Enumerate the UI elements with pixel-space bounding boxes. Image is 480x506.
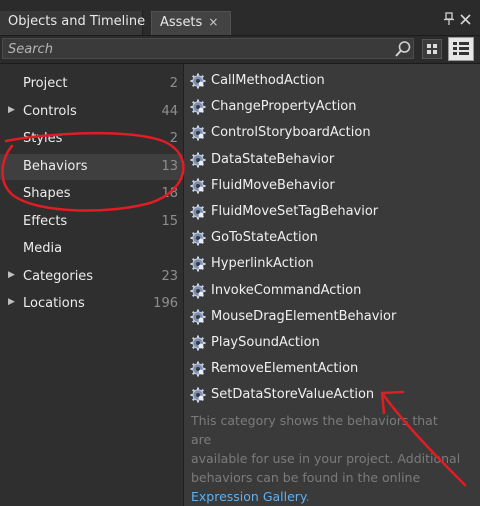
asset-item[interactable]: PlaySoundAction <box>184 330 480 356</box>
asset-item[interactable]: SetDataStoreValueAction <box>184 382 480 408</box>
panel-tab-bar: Objects and Timeline Assets × <box>0 0 480 36</box>
category-label: Effects <box>23 213 68 229</box>
category-item-media[interactable]: Media <box>0 236 183 262</box>
pin-icon[interactable] <box>443 12 455 26</box>
category-label: Shapes <box>23 186 71 201</box>
asset-label: FluidMoveSetTagBehavior <box>211 204 379 219</box>
asset-item[interactable]: FluidMoveSetTagBehavior <box>184 199 480 225</box>
category-count: 2 <box>169 76 178 91</box>
behavior-gear-icon <box>190 387 206 403</box>
category-count: 2 <box>169 131 178 146</box>
tab-assets[interactable]: Assets × <box>151 11 231 35</box>
category-item-locations[interactable]: ▶ Locations 196 <box>0 291 183 317</box>
search-bar <box>0 36 480 64</box>
behavior-gear-icon <box>190 283 206 299</box>
asset-label: GoToStateAction <box>211 230 318 246</box>
behavior-gear-icon <box>190 361 206 377</box>
asset-item[interactable]: GoToStateAction <box>184 225 480 251</box>
category-item-categories[interactable]: ▶ Categories 23 <box>0 264 183 290</box>
category-label: Locations <box>23 296 85 311</box>
asset-label: CallMethodAction <box>211 73 325 88</box>
category-item-shapes[interactable]: Shapes 18 <box>0 181 183 207</box>
tab-objects-and-timeline[interactable]: Objects and Timeline <box>0 11 146 35</box>
tab-label: Objects and Timeline <box>8 14 146 29</box>
tab-label: Assets <box>160 15 203 30</box>
behavior-gear-icon <box>190 256 206 272</box>
asset-item[interactable]: CallMethodAction <box>184 68 480 94</box>
behavior-gear-icon <box>190 309 206 325</box>
description-line: behaviors can be found in the online <box>191 470 421 485</box>
asset-item[interactable]: MouseDragElementBehavior <box>184 304 480 330</box>
behavior-gear-icon <box>190 335 206 351</box>
asset-item[interactable]: FluidMoveBehavior <box>184 173 480 199</box>
expand-arrow-icon[interactable]: ▶ <box>8 297 15 307</box>
expand-arrow-icon[interactable]: ▶ <box>8 270 15 280</box>
behavior-gear-icon <box>190 73 206 89</box>
behavior-gear-icon <box>190 99 206 115</box>
category-item-project[interactable]: Project 2 <box>0 71 183 97</box>
category-count: 196 <box>153 296 178 311</box>
expand-arrow-icon[interactable]: ▶ <box>8 105 15 115</box>
category-item-behaviors[interactable]: Behaviors 13 <box>0 153 183 180</box>
category-item-effects[interactable]: Effects 15 <box>0 209 183 235</box>
category-count: 15 <box>161 213 178 229</box>
asset-label: FluidMoveBehavior <box>211 177 335 193</box>
list-view-button[interactable] <box>448 37 474 61</box>
asset-label: SetDataStoreValueAction <box>211 387 375 403</box>
behavior-gear-icon <box>190 125 206 141</box>
asset-item[interactable]: InvokeCommandAction <box>184 278 480 304</box>
description-line: available for use in your project. Addit… <box>191 451 461 466</box>
category-count: 44 <box>161 103 178 119</box>
close-icon[interactable] <box>459 13 472 26</box>
asset-item[interactable]: DataStateBehavior <box>184 147 480 173</box>
asset-label: HyperlinkAction <box>211 256 314 272</box>
asset-label: ControlStoryboardAction <box>211 125 371 141</box>
category-count: 13 <box>161 158 178 174</box>
category-label: Controls <box>23 103 77 119</box>
behavior-gear-icon <box>190 230 206 246</box>
grid-view-icon <box>427 44 437 54</box>
behavior-gear-icon <box>190 204 206 220</box>
category-label: Project <box>23 76 68 91</box>
description-suffix: . <box>305 489 310 504</box>
search-input[interactable] <box>2 38 414 59</box>
search-icon[interactable] <box>394 40 412 58</box>
category-count: 18 <box>161 186 178 201</box>
asset-item[interactable]: ControlStoryboardAction <box>184 120 480 146</box>
asset-item[interactable]: RemoveElementAction <box>184 356 480 382</box>
grid-view-button[interactable] <box>422 39 442 59</box>
category-label: Media <box>23 241 63 256</box>
tab-close-icon[interactable]: × <box>208 15 218 29</box>
asset-label: InvokeCommandAction <box>211 282 362 298</box>
asset-label: PlaySoundAction <box>211 335 320 350</box>
category-label: Styles <box>23 131 63 146</box>
asset-label: MouseDragElementBehavior <box>211 308 397 324</box>
behavior-gear-icon <box>190 152 206 168</box>
asset-item[interactable]: ChangePropertyAction <box>184 94 480 120</box>
behavior-gear-icon <box>190 178 206 194</box>
asset-label: ChangePropertyAction <box>211 99 357 115</box>
category-item-controls[interactable]: ▶ Controls 44 <box>0 99 183 125</box>
category-count: 23 <box>161 268 178 284</box>
asset-item[interactable]: HyperlinkAction <box>184 251 480 277</box>
description-line: This category shows the behaviors that a… <box>191 413 438 447</box>
category-list: Project 2 ▶ Controls 44 Styles 2 Behaviors 13 Sha… <box>0 64 184 506</box>
expression-gallery-link[interactable]: Expression Gallery <box>191 489 306 504</box>
category-label: Behaviors <box>23 158 88 174</box>
category-item-styles[interactable]: Styles 2 <box>0 126 183 152</box>
asset-list: SetDataStoreValueAction RemoveElementActi… <box>184 64 480 506</box>
asset-label: RemoveElementAction <box>211 361 359 377</box>
category-description: This category shows the behaviors that a… <box>191 411 461 506</box>
category-label: Categories <box>23 268 94 284</box>
list-view-icon <box>453 42 469 55</box>
asset-label: DataStateBehavior <box>211 151 335 167</box>
